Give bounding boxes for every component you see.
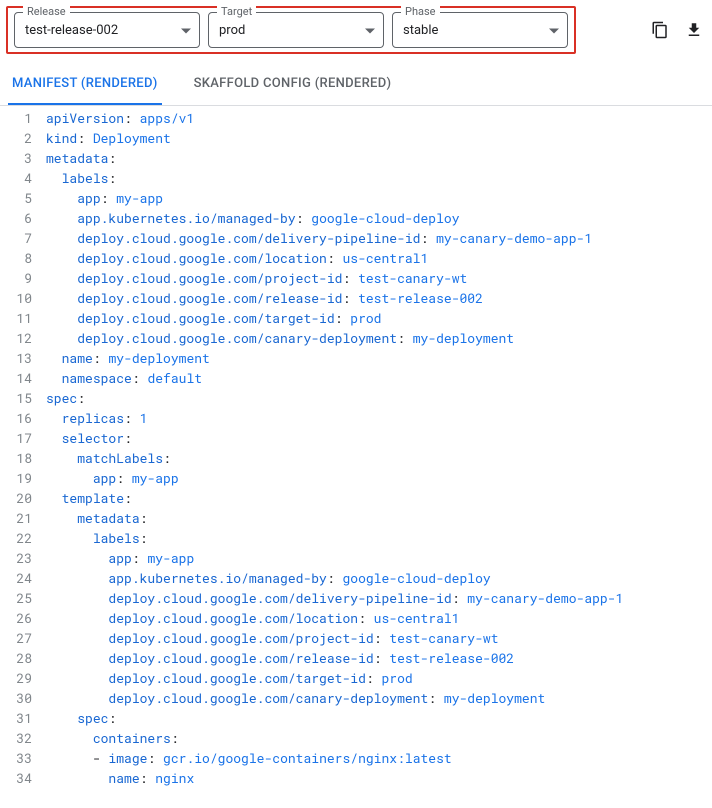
line-number: 31 <box>0 708 32 728</box>
phase-dropdown-value: stable <box>403 23 438 38</box>
target-dropdown-value: prod <box>219 23 245 38</box>
line-number: 17 <box>0 428 32 448</box>
code-line: name: my-deployment <box>46 348 712 368</box>
line-number: 2 <box>0 128 32 148</box>
download-button[interactable] <box>684 20 704 40</box>
code-line: deploy.cloud.google.com/project-id: test… <box>46 628 712 648</box>
code-line: - image: gcr.io/google-containers/nginx:… <box>46 748 712 768</box>
chevron-down-icon <box>365 23 375 38</box>
code-line: deploy.cloud.google.com/canary-deploymen… <box>46 328 712 348</box>
line-number: 11 <box>0 308 32 328</box>
top-bar: Release test-release-002 Target prod Pha… <box>0 0 712 64</box>
line-number: 14 <box>0 368 32 388</box>
code-line: metadata: <box>46 148 712 168</box>
code-line: deploy.cloud.google.com/location: us-cen… <box>46 248 712 268</box>
phase-dropdown[interactable]: Phase stable <box>392 12 568 48</box>
code-line: app: my-app <box>46 468 712 488</box>
line-number: 12 <box>0 328 32 348</box>
line-number: 3 <box>0 148 32 168</box>
code-line: spec: <box>46 388 712 408</box>
line-number: 16 <box>0 408 32 428</box>
chevron-down-icon <box>549 23 559 38</box>
code-line: deploy.cloud.google.com/delivery-pipelin… <box>46 228 712 248</box>
code-line: app.kubernetes.io/managed-by: google-clo… <box>46 208 712 228</box>
code-line: containers: <box>46 728 712 748</box>
code-line: spec: <box>46 708 712 728</box>
tab-bar: MANIFEST (RENDERED) SKAFFOLD CONFIG (REN… <box>0 64 712 106</box>
code-line: deploy.cloud.google.com/location: us-cen… <box>46 608 712 628</box>
code-line: apiVersion: apps/v1 <box>46 108 712 128</box>
target-dropdown-label: Target <box>217 5 256 18</box>
line-number: 15 <box>0 388 32 408</box>
code-line: app: my-app <box>46 188 712 208</box>
line-number: 29 <box>0 668 32 688</box>
line-number: 4 <box>0 168 32 188</box>
release-dropdown-label: Release <box>23 5 70 18</box>
line-number: 7 <box>0 228 32 248</box>
line-number: 28 <box>0 648 32 668</box>
line-number: 21 <box>0 508 32 528</box>
line-number: 10 <box>0 288 32 308</box>
code-line: app.kubernetes.io/managed-by: google-clo… <box>46 568 712 588</box>
code-line: deploy.cloud.google.com/target-id: prod <box>46 308 712 328</box>
line-number: 8 <box>0 248 32 268</box>
code-line: selector: <box>46 428 712 448</box>
code-line: template: <box>46 488 712 508</box>
phase-dropdown-label: Phase <box>401 5 440 18</box>
line-number: 6 <box>0 208 32 228</box>
line-number: 13 <box>0 348 32 368</box>
line-number: 24 <box>0 568 32 588</box>
code-line: app: my-app <box>46 548 712 568</box>
line-number: 25 <box>0 588 32 608</box>
code-line: kind: Deployment <box>46 128 712 148</box>
line-number: 34 <box>0 768 32 788</box>
code-line: metadata: <box>46 508 712 528</box>
code-line: labels: <box>46 168 712 188</box>
code-line: deploy.cloud.google.com/delivery-pipelin… <box>46 588 712 608</box>
code-line: deploy.cloud.google.com/project-id: test… <box>46 268 712 288</box>
copy-button[interactable] <box>650 20 670 40</box>
line-number: 9 <box>0 268 32 288</box>
tab-manifest[interactable]: MANIFEST (RENDERED) <box>8 64 162 105</box>
tab-skaffold[interactable]: SKAFFOLD CONFIG (RENDERED) <box>190 64 396 105</box>
code-line: replicas: 1 <box>46 408 712 428</box>
line-number: 27 <box>0 628 32 648</box>
filter-dropdowns-highlight: Release test-release-002 Target prod Pha… <box>6 6 576 54</box>
code-content: apiVersion: apps/v1kind: Deploymentmetad… <box>46 108 712 808</box>
copy-icon <box>651 21 669 39</box>
code-line: deploy.cloud.google.com/release-id: test… <box>46 288 712 308</box>
code-line: deploy.cloud.google.com/canary-deploymen… <box>46 688 712 708</box>
line-number: 26 <box>0 608 32 628</box>
line-gutter: 1234567891011121314151617181920212223242… <box>0 108 46 808</box>
line-number: 22 <box>0 528 32 548</box>
line-number: 19 <box>0 468 32 488</box>
line-number: 20 <box>0 488 32 508</box>
line-number: 32 <box>0 728 32 748</box>
release-dropdown-value: test-release-002 <box>25 23 118 38</box>
line-number: 23 <box>0 548 32 568</box>
download-icon <box>685 21 703 39</box>
code-line: name: nginx <box>46 768 712 788</box>
code-line: namespace: default <box>46 368 712 388</box>
code-line: deploy.cloud.google.com/release-id: test… <box>46 648 712 668</box>
line-number: 1 <box>0 108 32 128</box>
code-line: labels: <box>46 528 712 548</box>
code-line: matchLabels: <box>46 448 712 468</box>
line-number: 30 <box>0 688 32 708</box>
code-line: deploy.cloud.google.com/target-id: prod <box>46 668 712 688</box>
target-dropdown[interactable]: Target prod <box>208 12 384 48</box>
action-icons <box>650 20 704 40</box>
line-number: 18 <box>0 448 32 468</box>
line-number: 33 <box>0 748 32 768</box>
code-viewer: 1234567891011121314151617181920212223242… <box>0 106 712 808</box>
chevron-down-icon <box>181 23 191 38</box>
line-number: 5 <box>0 188 32 208</box>
release-dropdown[interactable]: Release test-release-002 <box>14 12 200 48</box>
